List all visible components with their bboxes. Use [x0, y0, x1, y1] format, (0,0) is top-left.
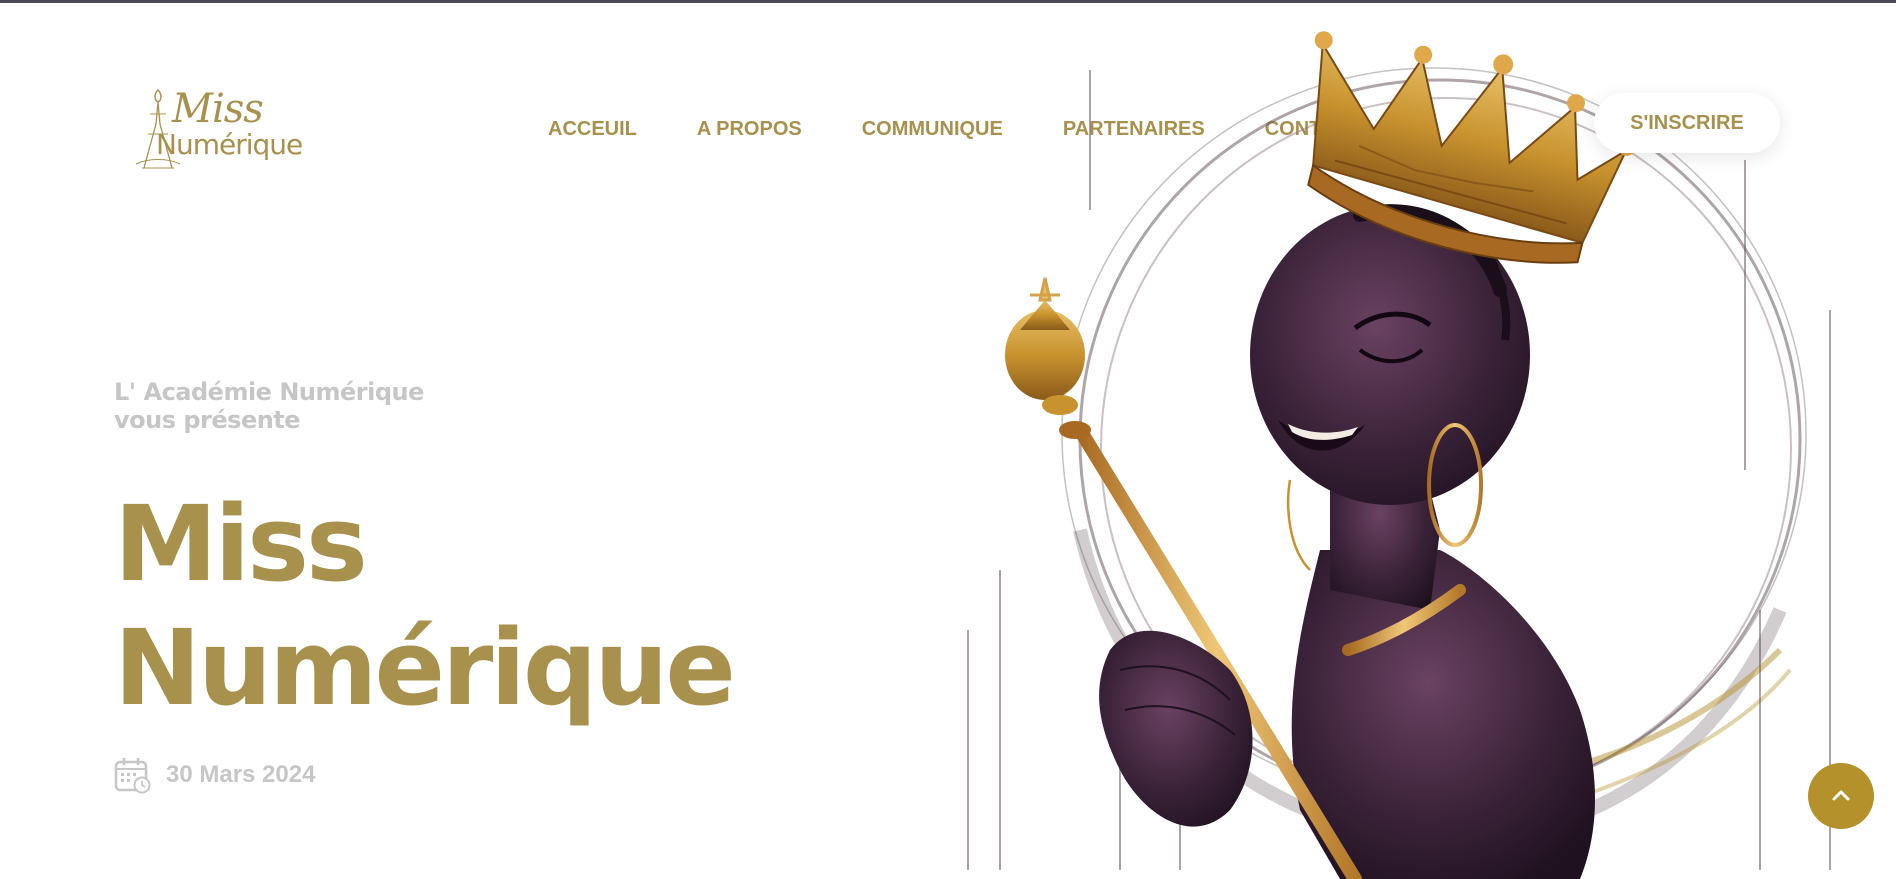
site-logo[interactable]: Miss Numérique: [128, 84, 303, 174]
signup-button[interactable]: S'INSCRIRE: [1594, 93, 1780, 153]
hero-title-line1: Miss: [114, 483, 368, 605]
nav-item-a-propos[interactable]: A PROPOS: [697, 118, 802, 141]
hero-title: Miss Numérique: [114, 482, 794, 730]
chevron-up-icon: [1832, 790, 1850, 801]
logo-text-miss: Miss: [172, 86, 264, 132]
logo-text-numerique: Numérique: [156, 128, 303, 161]
hero-subtitle-line1: L' Académie Numérique: [114, 378, 424, 406]
hero-title-line2: Numérique: [114, 607, 736, 729]
scroll-to-top-button[interactable]: [1808, 763, 1874, 829]
calendar-icon: [114, 758, 151, 794]
nav-item-acceuil[interactable]: ACCEUIL: [548, 118, 637, 141]
top-border: [0, 0, 1896, 3]
event-date-text: 30 Mars 2024: [166, 761, 316, 788]
hero-subtitle: L' Académie Numérique vous présente: [114, 378, 514, 434]
hero-subtitle-line2: vous présente: [114, 406, 301, 434]
event-date: 30 Mars 2024: [114, 756, 315, 794]
